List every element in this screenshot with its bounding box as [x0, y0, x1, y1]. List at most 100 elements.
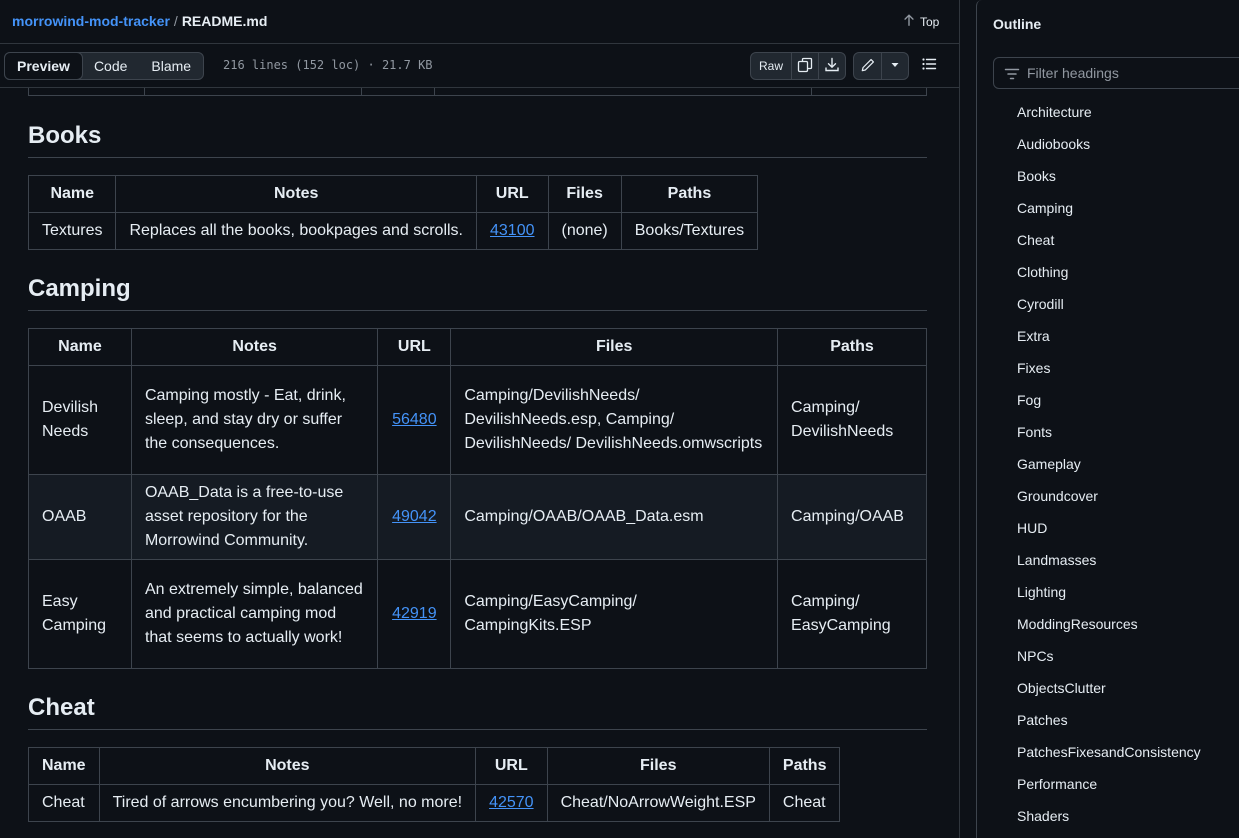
table-row: OAAB OAAB_Data is a free-to-use asset re…	[28, 474, 927, 560]
cell-paths: Cheat	[768, 784, 841, 822]
outline-item[interactable]: Fonts	[1017, 416, 1201, 448]
cheat-table: Name Notes URL Files Paths Cheat Tired o…	[28, 747, 841, 822]
outline-item[interactable]: ModdingResources	[1017, 608, 1201, 640]
cell-notes: OAAB_Data is a free-to-use asset reposit…	[130, 474, 379, 560]
outline-toggle-button[interactable]	[916, 53, 942, 79]
file-view: Books Name Notes URL Files Paths Texture…	[0, 0, 960, 838]
outline-item[interactable]: ObjectsClutter	[1017, 672, 1201, 704]
table-row: Cheat Tired of arrows encumbering you? W…	[28, 784, 841, 822]
outline-item[interactable]: Cyrodill	[1017, 288, 1201, 320]
edit-actions	[853, 52, 909, 80]
outline-item[interactable]: PatchesFixesandConsistency	[1017, 736, 1201, 768]
books-table: Name Notes URL Files Paths Textures Repl…	[28, 175, 759, 250]
outline-item[interactable]: Extra	[1017, 320, 1201, 352]
outline-list: Architecture Audiobooks Books Camping Ch…	[1017, 96, 1201, 832]
breadcrumb-repo-link[interactable]: morrowind-mod-tracker	[12, 13, 170, 29]
outline-item[interactable]: Groundcover	[1017, 480, 1201, 512]
outline-item[interactable]: Patches	[1017, 704, 1201, 736]
breadcrumb-file: README.md	[181, 13, 268, 29]
col-header-name: Name	[28, 328, 132, 366]
camping-table: Name Notes URL Files Paths Devilish Need…	[28, 328, 927, 669]
table-row: Textures Replaces all the books, bookpag…	[28, 212, 759, 250]
cell-notes: Tired of arrows encumbering you? Well, n…	[98, 784, 477, 822]
col-header-files: Files	[450, 328, 779, 366]
cell-name: Cheat	[28, 784, 100, 822]
cell-files: (none)	[547, 212, 622, 250]
col-header-paths: Paths	[620, 175, 759, 213]
mod-link[interactable]: 56480	[392, 411, 437, 428]
cell-paths: Camping/ EasyCamping	[777, 559, 927, 669]
section-title-cheat: Cheat	[28, 694, 95, 721]
cell-paths: Camping/ DevilishNeeds	[777, 365, 927, 475]
edit-button[interactable]	[854, 53, 882, 79]
outline-item[interactable]: Books	[1017, 160, 1201, 192]
outline-item[interactable]: Fixes	[1017, 352, 1201, 384]
cell-files: Camping/OAAB/OAAB_Data.esm	[450, 474, 779, 560]
outline-panel: Outline Filter headings Architecture Aud…	[976, 0, 1239, 838]
outline-item[interactable]: Landmasses	[1017, 544, 1201, 576]
tab-preview[interactable]: Preview	[4, 52, 83, 80]
cell-name: Devilish Needs	[28, 365, 132, 475]
arrow-up-icon	[902, 13, 916, 30]
filter-icon	[1004, 66, 1020, 87]
edit-dropdown-button[interactable]	[882, 53, 908, 79]
col-header-url: URL	[377, 328, 452, 366]
outline-item[interactable]: Fog	[1017, 384, 1201, 416]
breadcrumb: morrowind-mod-tracker / README.md	[12, 13, 267, 29]
heading-camping: Camping	[28, 269, 927, 311]
col-header-notes: Notes	[130, 328, 379, 366]
list-unordered-icon	[921, 56, 937, 77]
cell-name: Textures	[28, 212, 117, 250]
col-header-paths: Paths	[777, 328, 927, 366]
cell-files: Camping/DevilishNeeds/ DevilishNeeds.esp…	[450, 365, 779, 475]
readme-content: Books Name Notes URL Files Paths Texture…	[28, 0, 927, 838]
outline-item[interactable]: NPCs	[1017, 640, 1201, 672]
top-label: Top	[920, 14, 940, 29]
outline-item[interactable]: Clothing	[1017, 256, 1201, 288]
top-button[interactable]: Top	[902, 13, 939, 30]
col-header-name: Name	[28, 175, 117, 213]
col-header-notes: Notes	[98, 747, 477, 785]
outline-item[interactable]: Camping	[1017, 192, 1201, 224]
file-header: morrowind-mod-tracker / README.md Top Prev…	[0, 0, 959, 88]
heading-books: Books	[28, 116, 927, 158]
mod-link[interactable]: 43100	[490, 222, 535, 239]
outline-title: Outline	[993, 16, 1042, 32]
raw-button[interactable]: Raw	[751, 53, 792, 79]
outline-item[interactable]: Cheat	[1017, 224, 1201, 256]
download-icon	[824, 57, 840, 76]
section-title-books: Books	[28, 122, 102, 149]
col-header-url: URL	[475, 747, 548, 785]
breadcrumb-separator: /	[173, 13, 178, 29]
copy-button[interactable]	[792, 53, 819, 79]
cell-notes: Replaces all the books, bookpages and sc…	[115, 212, 477, 250]
col-header-files: Files	[546, 747, 770, 785]
table-row: Easy Camping An extremely simple, balanc…	[28, 559, 927, 669]
mod-link[interactable]: 42570	[489, 794, 534, 811]
filter-headings-input[interactable]: Filter headings	[993, 57, 1239, 89]
mod-link[interactable]: 42919	[392, 605, 437, 622]
col-header-paths: Paths	[768, 747, 841, 785]
outline-item[interactable]: Performance	[1017, 768, 1201, 800]
cell-name: OAAB	[28, 474, 132, 560]
section-title-camping: Camping	[28, 275, 131, 302]
mod-link[interactable]: 49042	[392, 508, 437, 525]
outline-item[interactable]: Shaders	[1017, 800, 1201, 832]
heading-cheat: Cheat	[28, 688, 927, 730]
filter-placeholder: Filter headings	[1027, 65, 1119, 81]
col-header-url: URL	[476, 175, 549, 213]
outline-item[interactable]: HUD	[1017, 512, 1201, 544]
outline-item[interactable]: Architecture	[1017, 96, 1201, 128]
tab-code[interactable]: Code	[82, 53, 139, 79]
cell-files: Cheat/NoArrowWeight.ESP	[546, 784, 770, 822]
cell-files: Camping/EasyCamping/ CampingKits.ESP	[450, 559, 779, 669]
outline-item[interactable]: Audiobooks	[1017, 128, 1201, 160]
tab-blame[interactable]: Blame	[139, 53, 203, 79]
outline-item[interactable]: Lighting	[1017, 576, 1201, 608]
download-button[interactable]	[819, 53, 845, 79]
copy-icon	[797, 57, 813, 76]
outline-item[interactable]: Gameplay	[1017, 448, 1201, 480]
raw-actions: Raw	[750, 52, 846, 80]
cell-paths: Camping/OAAB	[777, 474, 927, 560]
pencil-icon	[861, 58, 875, 75]
